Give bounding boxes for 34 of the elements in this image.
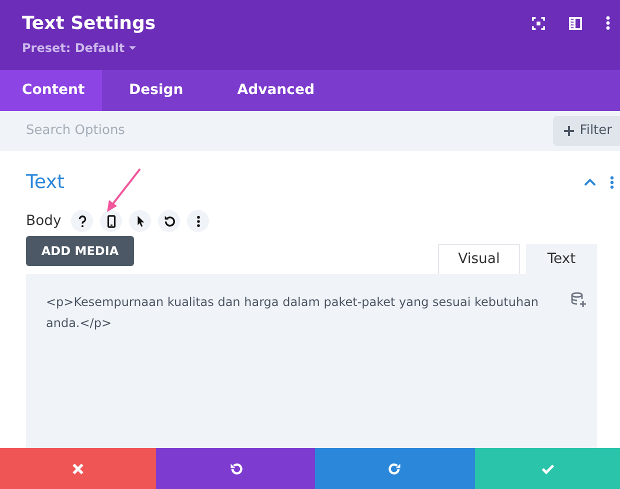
undo-icon bbox=[228, 462, 242, 476]
reset-button[interactable] bbox=[158, 210, 180, 232]
arrow-icon bbox=[104, 167, 142, 213]
code-editor[interactable]: <p>Kesempurnaan kualitas dan harga dalam paket-paket yang sesuai kebutuhan anda.</p> bbox=[26, 274, 597, 448]
add-media-button[interactable]: ADD MEDIA bbox=[26, 236, 134, 266]
editor-tab[interactable]: Visual bbox=[438, 244, 520, 274]
cursor-button[interactable] bbox=[129, 210, 152, 232]
reset-icon bbox=[162, 214, 176, 228]
close-icon bbox=[71, 462, 85, 476]
help-button[interactable] bbox=[71, 210, 94, 232]
collapse-icon[interactable] bbox=[584, 178, 596, 186]
check-icon bbox=[540, 462, 554, 476]
phone-button[interactable] bbox=[100, 210, 122, 232]
tab[interactable]: Advanced bbox=[210, 70, 342, 111]
tab[interactable]: Design bbox=[102, 70, 210, 111]
more-button[interactable] bbox=[187, 210, 210, 232]
more-icon[interactable] bbox=[610, 176, 614, 188]
more-icon[interactable] bbox=[606, 16, 610, 30]
phone-icon bbox=[104, 214, 118, 228]
fullscreen-icon[interactable] bbox=[532, 16, 545, 30]
section-title: Text bbox=[26, 170, 64, 195]
editor-tab[interactable]: Text bbox=[526, 244, 597, 274]
tab[interactable]: Content bbox=[0, 70, 102, 111]
field-label: Body bbox=[26, 212, 62, 230]
search-field[interactable]: Search Options bbox=[26, 121, 326, 141]
redo-icon bbox=[388, 462, 402, 476]
preset-dropdown[interactable]: Preset: Default bbox=[22, 39, 156, 57]
sidebar-icon[interactable] bbox=[569, 16, 582, 30]
plus-icon bbox=[564, 126, 574, 136]
caret-icon bbox=[128, 46, 136, 50]
editor-content: <p>Kesempurnaan kualitas dan harga dalam paket-paket yang sesuai kebutuhan anda.</p> bbox=[46, 294, 540, 332]
database-add-icon[interactable] bbox=[571, 292, 587, 308]
panel-title: Text Settings bbox=[22, 12, 156, 36]
filter-button[interactable]: Filter bbox=[552, 116, 620, 146]
